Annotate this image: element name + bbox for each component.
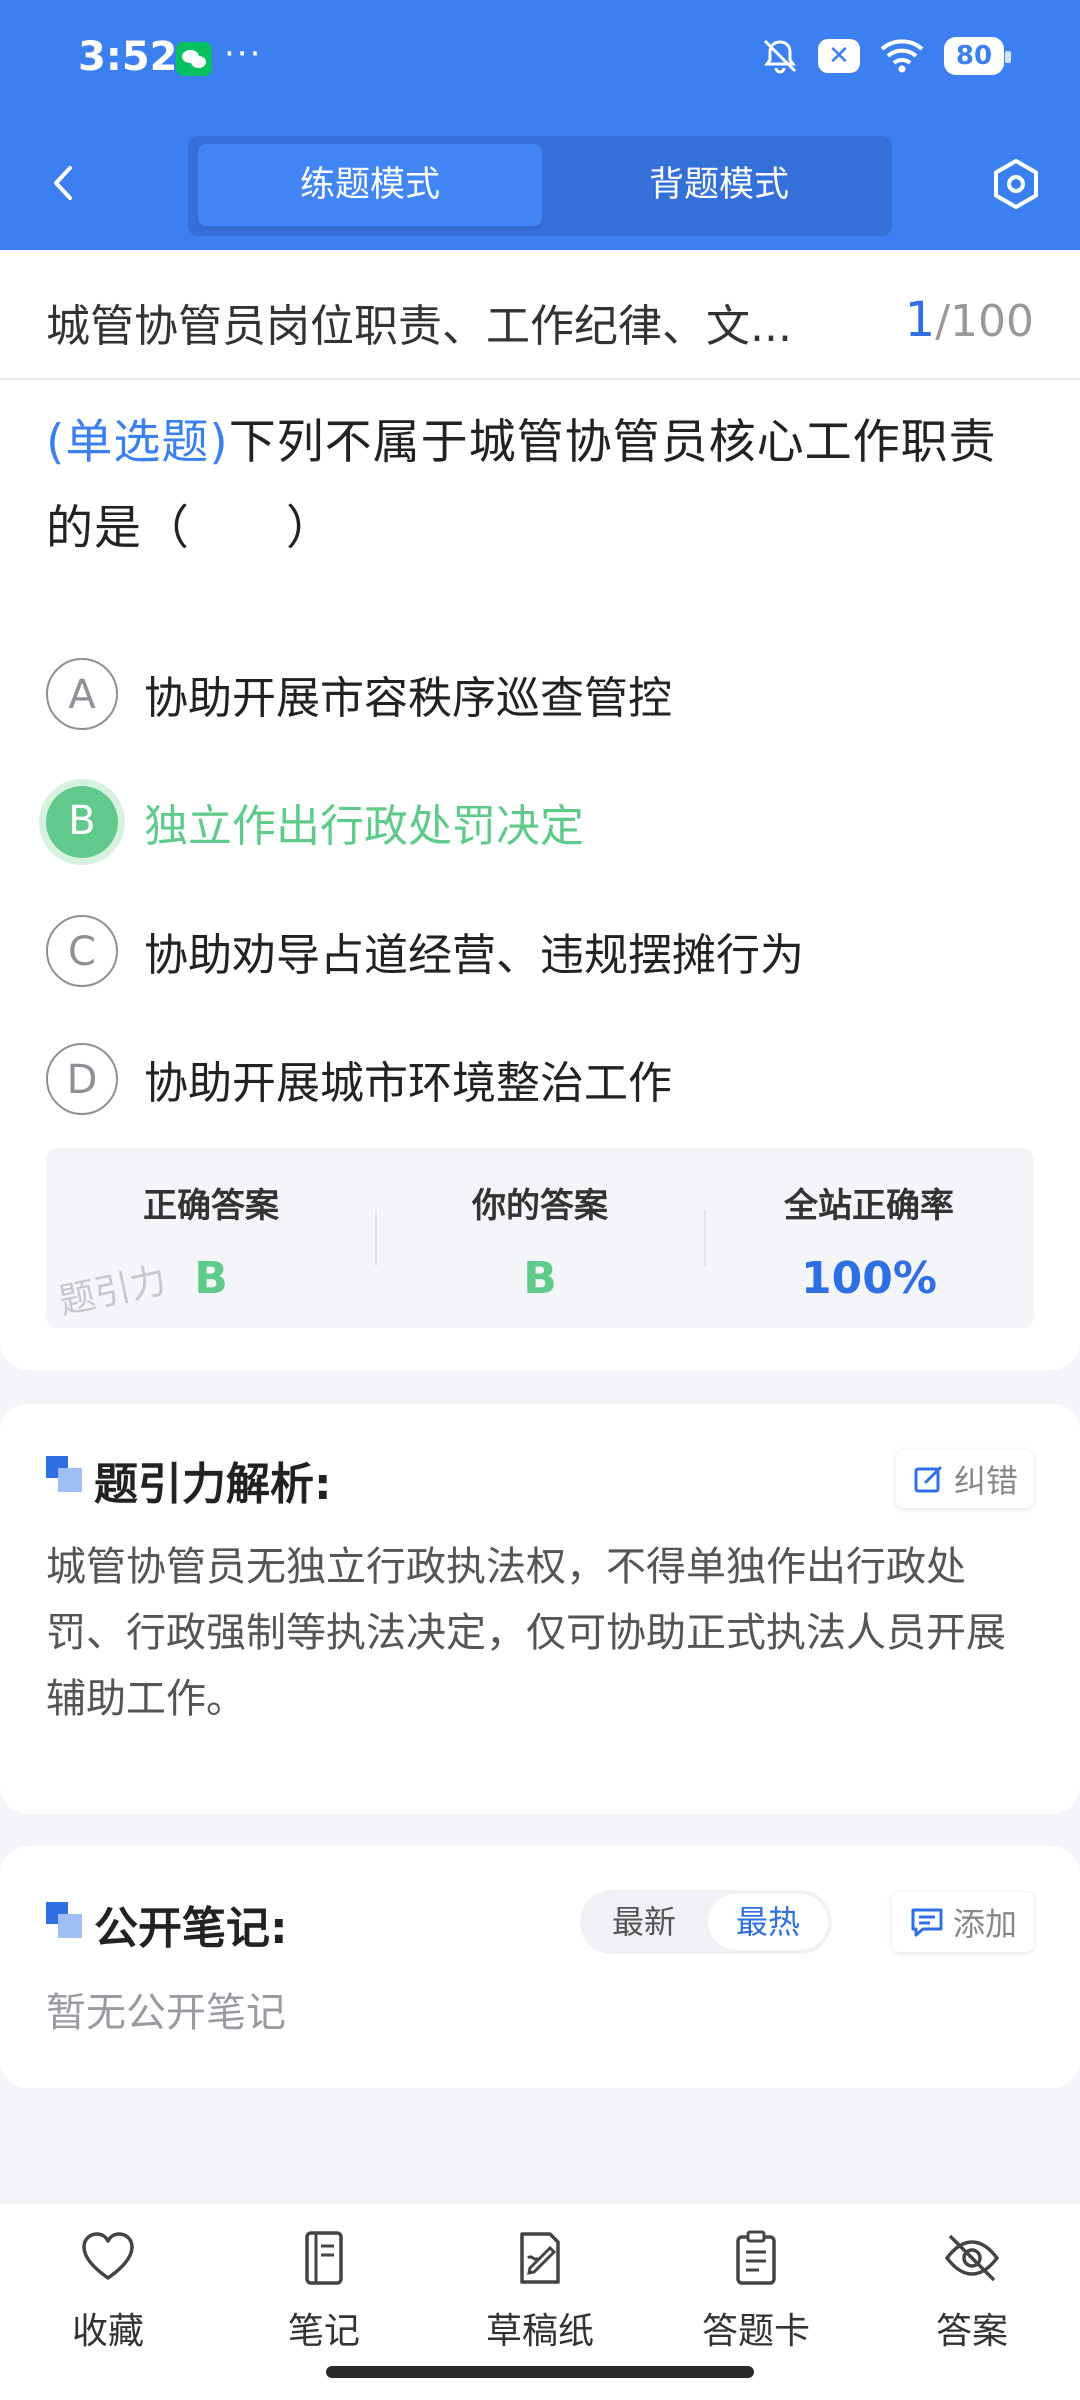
correct-rate-value: 100% [801, 1253, 937, 1304]
option-letter: C [46, 915, 118, 987]
chapter-title: 城管协管员岗位职责、工作纪律、文... [46, 301, 792, 352]
nav-favorite-label: 收藏 [71, 2311, 144, 2352]
battery-icon: 80 [944, 37, 1011, 75]
option-a[interactable]: A 协助开展市容秩序巡查管控 [46, 658, 1026, 730]
notes-sort-toggle: 最新 最热 [580, 1890, 832, 1954]
option-letter: A [46, 658, 118, 730]
nav-favorite[interactable]: 收藏 [0, 2228, 216, 2354]
comment-icon [911, 1908, 943, 1937]
eye-off-icon [944, 2234, 1000, 2282]
status-bar: 3:52 ··· ✕ 80 [0, 0, 1080, 118]
nav-answer-card[interactable]: 答题卡 [648, 2228, 864, 2354]
your-answer-value: B [523, 1253, 557, 1304]
more-notifications-indicator: ··· [224, 34, 263, 74]
draft-icon [520, 2232, 560, 2284]
report-error-label: 纠错 [953, 1462, 1018, 1500]
bell-off-icon [763, 39, 797, 74]
option-letter: D [46, 1043, 118, 1115]
add-note-button[interactable]: 添加 [892, 1892, 1034, 1952]
section-squares-icon [46, 1902, 82, 1938]
option-letter: B [46, 786, 118, 858]
edit-icon [914, 1466, 942, 1493]
nav-answer-label: 答案 [935, 2311, 1008, 2352]
divider [0, 378, 1080, 380]
correct-rate-label: 全站正确率 [784, 1186, 954, 1226]
back-button[interactable] [40, 158, 90, 208]
hexagon-settings-icon [994, 159, 1038, 209]
progress-current: 1 [904, 292, 936, 348]
chevron-left-icon [54, 166, 72, 200]
xbox-icon: ✕ [818, 39, 860, 73]
sort-newest[interactable]: 最新 [584, 1894, 704, 1950]
option-text: 独立作出行政处罚决定 [144, 801, 584, 852]
add-note-label: 添加 [952, 1905, 1017, 1943]
mode-switch: 练题模式 背题模式 [188, 136, 892, 236]
option-text: 协助劝导占道经营、违规摆摊行为 [144, 930, 804, 981]
status-time: 3:52 [78, 34, 178, 80]
notes-title: 公开笔记: [94, 1903, 288, 1954]
correct-rate: 全站正确率 100% [704, 1178, 1034, 1304]
your-answer: 你的答案 B [375, 1178, 705, 1304]
heart-icon [82, 2232, 134, 2280]
correct-answer-label: 正确答案 [143, 1186, 279, 1226]
question-card: 城管协管员岗位职责、工作纪律、文... 1/100 (单选题)下列不属于城管协管… [0, 250, 1080, 1370]
question-text: (单选题)下列不属于城管协管员核心工作职责的是（ ） [46, 400, 1036, 572]
question-progress: 1/100 [905, 292, 1034, 348]
notebook-icon [305, 2231, 343, 2285]
notes-card: 公开笔记: 最新 最热 添加 暂无公开笔记 [0, 1846, 1080, 2088]
nav-answer-card-label: 答题卡 [701, 2311, 810, 2352]
settings-button[interactable] [988, 156, 1044, 212]
home-indicator[interactable] [326, 2366, 754, 2378]
option-d[interactable]: D 协助开展城市环境整治工作 [46, 1043, 1026, 1115]
status-icons: ✕ 80 [760, 36, 1011, 76]
section-squares-icon [46, 1456, 82, 1492]
top-header: 3:52 ··· ✕ 80 练题模式 背题模式 [0, 0, 1080, 250]
analysis-title: 题引力解析: [94, 1459, 332, 1510]
wechat-icon [176, 42, 212, 76]
clipboard-icon [736, 2230, 776, 2285]
option-text: 协助开展市容秩序巡查管控 [144, 673, 672, 724]
nav-notes[interactable]: 笔记 [216, 2228, 432, 2354]
progress-total: /100 [935, 296, 1034, 347]
question-type: (单选题) [46, 415, 229, 470]
analysis-text: 城管协管员无独立行政执法权，不得单独作出行政处罚、行政强制等执法决定，仅可协助正… [46, 1544, 1006, 1722]
report-error-button[interactable]: 纠错 [896, 1450, 1034, 1508]
empty-notes-text: 暂无公开笔记 [46, 1990, 286, 2036]
tab-recite-mode[interactable]: 背题模式 [544, 144, 894, 226]
nav-notes-label: 笔记 [287, 2311, 360, 2352]
your-answer-label: 你的答案 [472, 1186, 608, 1226]
answer-summary: 正确答案 B 你的答案 B 全站正确率 100% 题引力 [46, 1148, 1034, 1328]
tab-practice-mode[interactable]: 练题模式 [198, 144, 542, 226]
wifi-icon [880, 39, 924, 73]
sort-hottest[interactable]: 最热 [708, 1894, 828, 1950]
option-b[interactable]: B 独立作出行政处罚决定 [46, 786, 1026, 858]
nav-draft-label: 草稿纸 [485, 2311, 594, 2352]
nav-answer[interactable]: 答案 [864, 2228, 1080, 2354]
analysis-card: 题引力解析: 纠错 城管协管员无独立行政执法权，不得单独作出行政处罚、行政强制等… [0, 1404, 1080, 1814]
nav-draft[interactable]: 草稿纸 [432, 2228, 648, 2354]
option-text: 协助开展城市环境整治工作 [144, 1058, 672, 1109]
option-c[interactable]: C 协助劝导占道经营、违规摆摊行为 [46, 915, 1026, 987]
